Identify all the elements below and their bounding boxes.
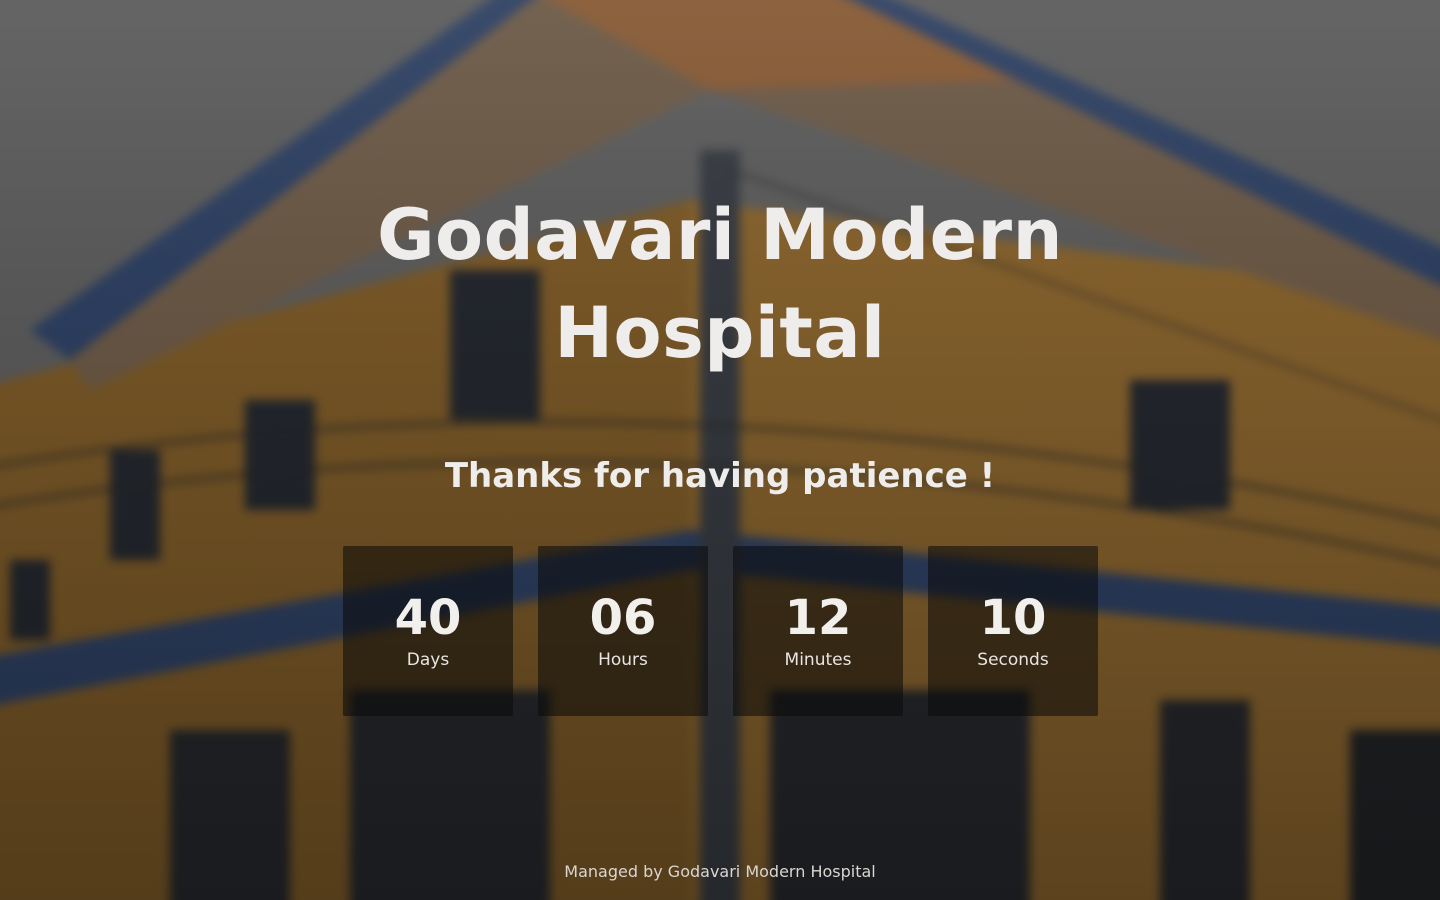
countdown-timer: 40 Days 06 Hours 12 Minutes 10 Seconds xyxy=(343,546,1098,716)
countdown-hours: 06 Hours xyxy=(538,546,708,716)
countdown-value: 06 xyxy=(589,590,657,646)
countdown-label: Hours xyxy=(598,650,648,670)
coming-soon-content: Godavari Modern Hospital Thanks for havi… xyxy=(0,0,1440,900)
footer-credit: Managed by Godavari Modern Hospital xyxy=(564,862,876,881)
countdown-days: 40 Days xyxy=(343,546,513,716)
countdown-label: Days xyxy=(406,650,450,670)
countdown-seconds: 10 Seconds xyxy=(928,546,1098,716)
page-subtitle: Thanks for having patience ! xyxy=(444,456,996,496)
countdown-value: 10 xyxy=(979,590,1047,646)
countdown-label: Minutes xyxy=(784,650,852,670)
countdown-minutes: 12 Minutes xyxy=(733,546,903,716)
countdown-value: 12 xyxy=(784,590,852,646)
countdown-label: Seconds xyxy=(977,650,1049,670)
countdown-value: 40 xyxy=(394,590,462,646)
page-title: Godavari Modern Hospital xyxy=(377,194,1063,374)
